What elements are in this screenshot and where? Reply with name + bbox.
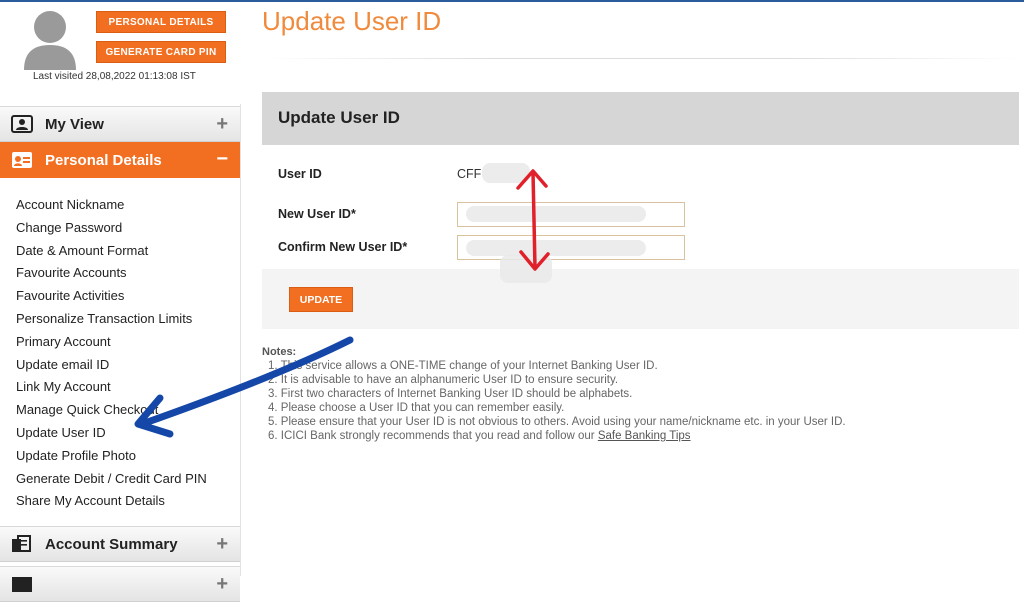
confirm-user-id-label: Confirm New User ID* [278, 240, 408, 254]
sidebar-item-update-email[interactable]: Update email ID [16, 354, 207, 377]
note-item: 3. First two characters of Internet Bank… [268, 388, 633, 400]
note-text: 6. ICICI Bank strongly recommends that y… [268, 430, 598, 442]
notes-title: Notes: [262, 346, 297, 358]
sidebar-item-favourite-accounts[interactable]: Favourite Accounts [16, 262, 207, 285]
sidebar: My View + Personal Details − Account Nic… [0, 104, 241, 602]
sidebar-item-favourite-activities[interactable]: Favourite Activities [16, 285, 207, 308]
note-item: 4. Please choose a User ID that you can … [268, 402, 565, 414]
generate-card-pin-button[interactable]: GENERATE CARD PIN [96, 41, 226, 63]
personal-details-menu: Account Nickname Change Password Date & … [16, 194, 207, 513]
panel-title: Update User ID [278, 108, 400, 127]
title-divider [262, 58, 1020, 59]
redaction-blur [466, 240, 646, 256]
sidebar-item-update-profile-photo[interactable]: Update Profile Photo [16, 445, 207, 468]
sidebar-section-my-view[interactable]: My View + [0, 106, 240, 142]
sidebar-item-update-user-id[interactable]: Update User ID [16, 422, 207, 445]
note-item: 1. This service allows a ONE-TIME change… [268, 360, 658, 372]
redaction-blur [466, 206, 646, 222]
sidebar-item-date-amount-format[interactable]: Date & Amount Format [16, 240, 207, 263]
expand-plus-icon[interactable]: + [216, 114, 228, 134]
user-id-label: User ID [278, 167, 322, 181]
redaction-blur [500, 255, 552, 283]
sidebar-section-label: Account Summary [45, 535, 178, 553]
user-id-value: CFF [457, 167, 482, 181]
personal-details-button[interactable]: PERSONAL DETAILS [96, 11, 226, 33]
sidebar-item-account-nickname[interactable]: Account Nickname [16, 194, 207, 217]
profile-card-icon [12, 152, 32, 168]
avatar-icon [24, 11, 76, 70]
sidebar-item-link-account[interactable]: Link My Account [16, 376, 207, 399]
sidebar-section-label: My View [45, 115, 104, 133]
notes-list: 1. This service allows a ONE-TIME change… [268, 359, 846, 443]
sidebar-section-account-summary[interactable]: Account Summary + [0, 526, 240, 562]
sidebar-item-transaction-limits[interactable]: Personalize Transaction Limits [16, 308, 207, 331]
last-visited-text: Last visited 28,08,2022 01:13:08 IST [33, 71, 196, 82]
sidebar-item-primary-account[interactable]: Primary Account [16, 331, 207, 354]
note-item: 5. Please ensure that your User ID is no… [268, 416, 846, 428]
page-title: Update User ID [262, 6, 442, 36]
expand-plus-icon[interactable]: + [216, 534, 228, 554]
safe-banking-tips-link[interactable]: Safe Banking Tips [598, 430, 691, 442]
sidebar-section-next[interactable]: + [0, 566, 240, 602]
update-button[interactable]: UPDATE [289, 287, 353, 312]
panel-header: Update User ID [262, 92, 1019, 145]
sidebar-item-generate-card-pin[interactable]: Generate Debit / Credit Card PIN [16, 468, 207, 491]
top-border [0, 0, 1024, 2]
new-user-id-label: New User ID* [278, 207, 356, 221]
sidebar-item-quick-checkout[interactable]: Manage Quick Checkout [16, 399, 207, 422]
redaction-blur [482, 163, 530, 183]
sidebar-item-share-account-details[interactable]: Share My Account Details [16, 490, 207, 513]
collapse-minus-icon[interactable]: − [216, 149, 228, 169]
note-item: 6. ICICI Bank strongly recommends that y… [268, 429, 846, 443]
sidebar-section-label: Personal Details [45, 151, 162, 169]
note-item: 2. It is advisable to have an alphanumer… [268, 374, 619, 386]
documents-icon [12, 535, 31, 552]
expand-plus-icon[interactable]: + [216, 574, 228, 594]
sidebar-section-personal-details[interactable]: Personal Details − [0, 142, 240, 178]
folder-icon [12, 577, 32, 592]
sidebar-item-change-password[interactable]: Change Password [16, 217, 207, 240]
id-card-icon [11, 115, 33, 133]
